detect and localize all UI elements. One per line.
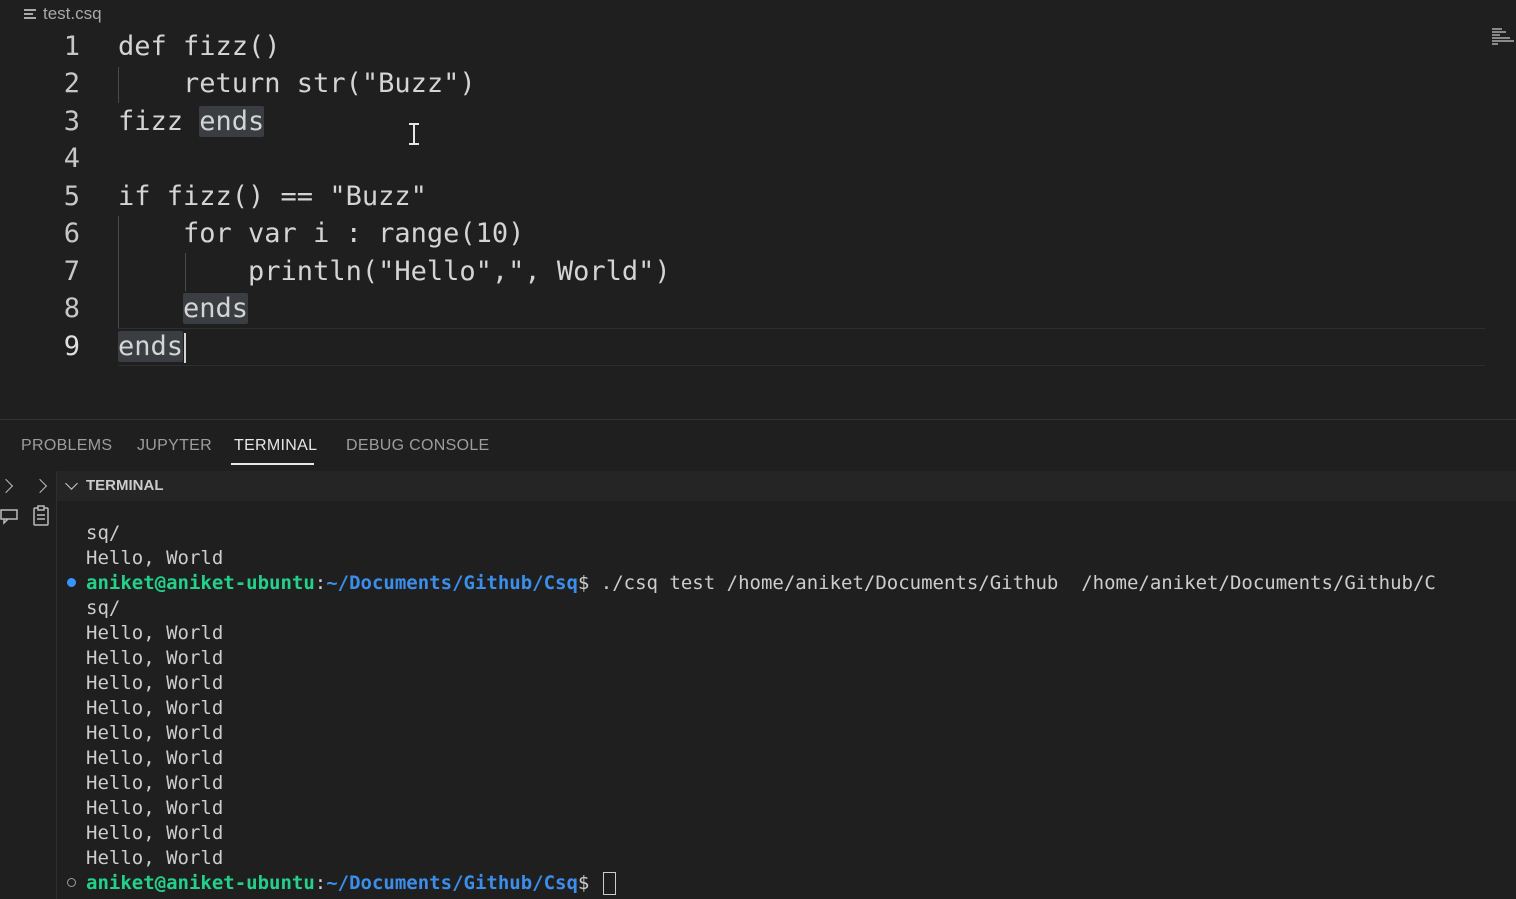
line-number: 3: [63, 106, 80, 137]
terminal-cursor: [602, 872, 616, 895]
terminal-output[interactable]: sq/ Hello, World aniket@aniket-ubuntu:~/…: [57, 501, 1516, 899]
terminal-line: Hello, World: [86, 747, 224, 769]
terminal-line: Hello, World: [86, 647, 224, 669]
tab-debug-console[interactable]: DEBUG CONSOLE: [346, 437, 490, 455]
minimap[interactable]: [1492, 28, 1516, 48]
file-lines-icon: [24, 8, 36, 20]
breadcrumb-filename[interactable]: test.csq: [43, 4, 102, 24]
mouse-ibeam-icon: [408, 122, 420, 146]
code-token: fizz: [118, 106, 200, 137]
code-line[interactable]: 1 def fizz(): [0, 28, 1485, 65]
terminal-line: Hello, World: [86, 622, 224, 644]
line-text[interactable]: println("Hello",", World"): [118, 253, 671, 290]
terminal-line: Hello, World: [86, 722, 224, 744]
line-number: 8: [63, 293, 80, 324]
prompt-path: ~/Documents/Github/Csq: [326, 572, 578, 594]
line-text[interactable]: return str("Buzz"): [118, 65, 476, 102]
code-line[interactable]: 9 ends: [0, 328, 1485, 365]
terminal-line: sq/: [86, 597, 121, 619]
line-text[interactable]: ends: [118, 328, 187, 365]
bottom-panel: PROBLEMS JUPYTER TERMINAL DEBUG CONSOLE …: [0, 419, 1516, 899]
line-number: 9: [63, 331, 80, 362]
command-success-dot[interactable]: [67, 578, 76, 587]
keyword-highlight: ends: [118, 331, 184, 362]
line-number: 1: [63, 31, 80, 62]
code-line[interactable]: 2 return str("Buzz"): [0, 65, 1485, 102]
terminal-line: Hello, World: [86, 772, 224, 794]
terminal-line: sq/: [86, 522, 121, 544]
active-tab-indicator: [231, 463, 314, 465]
tab-terminal[interactable]: TERMINAL: [234, 437, 317, 455]
terminal-section-title: TERMINAL: [86, 477, 164, 494]
prompt-user: aniket@aniket-ubuntu: [86, 572, 315, 594]
chevron-down-icon[interactable]: [65, 477, 78, 490]
keyword-highlight: ends: [183, 293, 249, 324]
prompt-user: aniket@aniket-ubuntu: [86, 872, 315, 894]
panel-tabs: PROBLEMS JUPYTER TERMINAL DEBUG CONSOLE: [0, 420, 1516, 470]
code-line[interactable]: 8 ends: [0, 290, 1485, 327]
tab-problems[interactable]: PROBLEMS: [21, 437, 112, 455]
line-number: 6: [63, 218, 80, 249]
terminal-line: Hello, World: [86, 697, 224, 719]
chevron-right-icon[interactable]: [32, 478, 48, 494]
tab-jupyter[interactable]: JUPYTER: [137, 437, 212, 455]
terminal-prompt-line: aniket@aniket-ubuntu:~/Documents/Github/…: [86, 572, 1436, 594]
terminal-line: Hello, World: [86, 672, 224, 694]
keyword-highlight: ends: [199, 106, 265, 137]
prompt-path: ~/Documents/Github/Csq: [326, 872, 578, 894]
line-text[interactable]: for var i : range(10): [118, 215, 524, 252]
terminal-line: Hello, World: [86, 822, 224, 844]
terminal-command: ./csq test /home/aniket/Documents/Github…: [600, 572, 1436, 594]
terminal-chat-icon[interactable]: [0, 507, 20, 527]
terminal-line: Hello, World: [86, 547, 224, 569]
line-number: 2: [63, 68, 80, 99]
command-pending-dot[interactable]: [67, 878, 76, 887]
code-line[interactable]: 4: [0, 140, 1485, 177]
line-text[interactable]: def fizz(): [118, 28, 281, 65]
text-caret: [184, 332, 187, 363]
terminal-prompt-line[interactable]: aniket@aniket-ubuntu:~/Documents/Github/…: [86, 871, 616, 896]
terminal-line: Hello, World: [86, 797, 224, 819]
editor[interactable]: test.csq 1 def fizz() 2 return str("Buzz…: [0, 0, 1516, 418]
line-text[interactable]: fizz ends: [118, 103, 265, 140]
terminal-line: Hello, World: [86, 847, 224, 869]
line-text[interactable]: ends: [118, 290, 249, 327]
code-line[interactable]: 5 if fizz() == "Buzz": [0, 178, 1485, 215]
line-number: 4: [63, 143, 80, 174]
terminal-section-header[interactable]: TERMINAL: [57, 471, 1516, 501]
line-number: 7: [63, 256, 80, 287]
breadcrumb[interactable]: test.csq: [24, 2, 102, 26]
code-line[interactable]: 3 fizz ends: [0, 103, 1485, 140]
code-line[interactable]: 6 for var i : range(10): [0, 215, 1485, 252]
line-text[interactable]: if fizz() == "Buzz": [118, 178, 427, 215]
clipboard-icon[interactable]: [31, 505, 51, 527]
chevron-right-icon[interactable]: [0, 478, 14, 494]
line-number: 5: [63, 181, 80, 212]
terminal-side-toolbar: [0, 471, 57, 899]
code-line[interactable]: 7 println("Hello",", World"): [0, 253, 1485, 290]
